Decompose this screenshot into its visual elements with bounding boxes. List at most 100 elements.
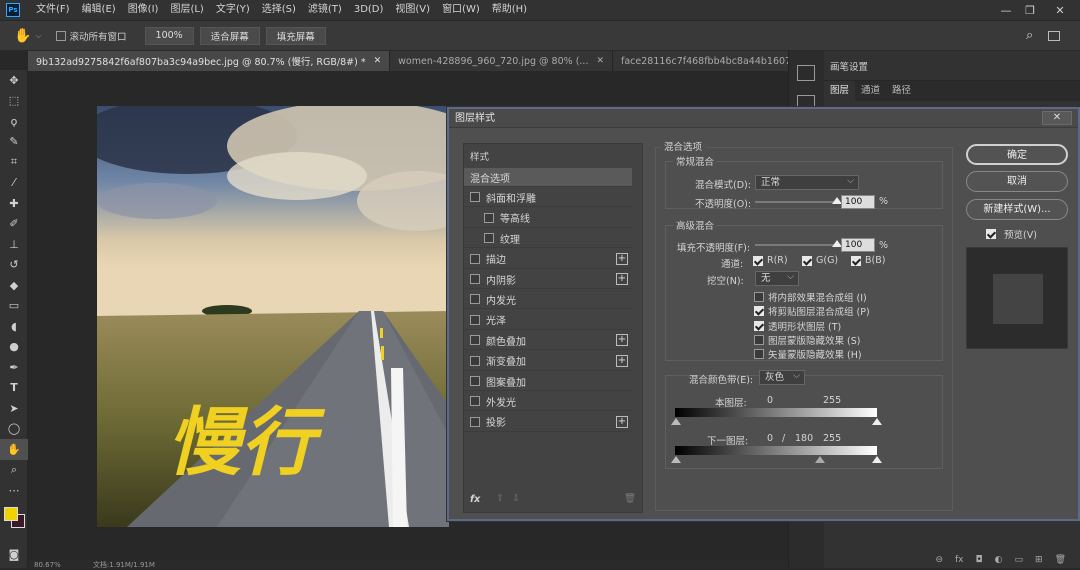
style-checkbox[interactable]	[470, 335, 480, 346]
checkbox[interactable]	[754, 320, 764, 331]
document-tab[interactable]: women-428896_960_720.jpg @ 80% (... ✕	[390, 51, 614, 71]
blend-if-select[interactable]: 灰色	[759, 370, 805, 385]
eyedropper-tool-icon[interactable]: ⁄	[0, 173, 28, 194]
menu-item[interactable]: 图层(L)	[164, 0, 209, 20]
underlying-white-thumb[interactable]	[872, 456, 882, 463]
add-style-icon[interactable]: +	[616, 252, 628, 265]
search-icon[interactable]: ⌕	[1026, 28, 1033, 43]
blur-tool-icon[interactable]: ◖	[0, 316, 28, 337]
advanced-option-checkbox[interactable]: 矢量蒙版隐藏效果 (H)	[754, 347, 862, 361]
style-checkbox[interactable]	[470, 192, 480, 203]
knockout-select[interactable]: 无	[755, 271, 799, 286]
pen-tool-icon[interactable]: ✒	[0, 357, 28, 378]
advanced-option-checkbox[interactable]: 图层蒙版隐藏效果 (S)	[754, 333, 860, 347]
stamp-tool-icon[interactable]: ⊥	[0, 234, 28, 255]
fit-screen-button[interactable]: 适合屏幕	[199, 26, 260, 45]
style-item[interactable]: 颜色叠加 +	[464, 331, 632, 351]
more-tools-icon[interactable]: ⋯	[0, 480, 28, 501]
panel-tab[interactable]: 通道	[855, 81, 886, 101]
move-up-icon[interactable]: ⇧	[496, 493, 504, 504]
checkbox[interactable]	[754, 292, 764, 302]
fx-icon[interactable]: fx	[955, 555, 964, 568]
delete-style-icon[interactable]: 🗑	[624, 493, 636, 504]
lasso-tool-icon[interactable]: ϙ	[0, 111, 28, 132]
style-checkbox[interactable]	[470, 376, 480, 386]
style-item[interactable]: 斜面和浮雕	[464, 188, 632, 208]
underlying-split-thumb[interactable]	[815, 456, 825, 463]
menu-item[interactable]: 图像(I)	[122, 0, 165, 20]
type-tool-icon[interactable]: T	[0, 378, 28, 399]
workspace-icon[interactable]	[1048, 30, 1060, 41]
add-style-icon[interactable]: +	[616, 273, 628, 285]
mask-icon[interactable]: ◘	[976, 555, 983, 568]
hand-tool-icon[interactable]: ✋	[0, 439, 28, 460]
channel-b-checkbox[interactable]: B(B)	[851, 255, 885, 266]
checkbox[interactable]	[55, 30, 66, 41]
adjustment-icon[interactable]: ◐	[995, 555, 1003, 568]
advanced-option-checkbox[interactable]: 将内部效果混合成组 (I)	[754, 290, 867, 304]
path-select-tool-icon[interactable]: ➤	[0, 398, 28, 419]
dialog-close-button[interactable]: ✕	[1042, 111, 1072, 125]
move-tool-icon[interactable]: ✥	[0, 70, 28, 91]
menu-item[interactable]: 文件(F)	[30, 0, 76, 20]
style-item[interactable]: 图案叠加	[464, 372, 632, 391]
menu-item[interactable]: 选择(S)	[256, 0, 302, 20]
zoom-tool-icon[interactable]: ⌕	[0, 460, 28, 481]
preview-checkbox[interactable]: 预览(V)	[986, 227, 1037, 241]
foreground-color-swatch[interactable]	[4, 506, 18, 521]
style-checkbox[interactable]	[470, 416, 480, 427]
history-brush-tool-icon[interactable]: ↺	[0, 255, 28, 276]
new-style-button[interactable]: 新建样式(W)...	[966, 199, 1068, 220]
blend-mode-select[interactable]: 正常	[755, 175, 859, 190]
trash-icon[interactable]: 🗑	[1055, 555, 1066, 568]
menu-item[interactable]: 编辑(E)	[76, 0, 122, 20]
opacity-input[interactable]: 100	[841, 195, 875, 209]
style-checkbox[interactable]	[470, 396, 480, 407]
close-icon[interactable]: ✕	[1046, 0, 1074, 20]
style-checkbox[interactable]	[470, 253, 480, 264]
style-checkbox[interactable]	[470, 294, 480, 305]
checkbox[interactable]	[754, 306, 764, 317]
style-item[interactable]: 混合选项	[464, 168, 632, 187]
style-checkbox[interactable]	[470, 274, 480, 284]
add-style-icon[interactable]: +	[616, 354, 628, 367]
opacity-slider-track[interactable]	[755, 201, 837, 203]
style-item[interactable]: 光泽	[464, 311, 632, 330]
fill-screen-button[interactable]: 填充屏幕	[265, 26, 326, 45]
tab-close-icon[interactable]: ✕	[596, 56, 604, 66]
style-item[interactable]: 投影 +	[464, 413, 632, 432]
marquee-tool-icon[interactable]: ⬚	[0, 91, 28, 112]
style-checkbox[interactable]	[470, 355, 480, 366]
style-item[interactable]: 描边 +	[464, 250, 632, 269]
style-checkbox[interactable]	[484, 212, 494, 223]
move-down-icon[interactable]: ⇩	[512, 493, 520, 504]
style-item[interactable]: 纹理	[464, 229, 632, 249]
restore-icon[interactable]: ❐	[1016, 0, 1044, 20]
hand-tool-icon[interactable]: ✋	[14, 28, 31, 44]
quick-select-tool-icon[interactable]: ✎	[0, 132, 28, 153]
fill-opacity-input[interactable]: 100	[841, 238, 875, 252]
this-layer-black-thumb[interactable]	[671, 418, 681, 425]
style-item[interactable]: 等高线	[464, 209, 632, 228]
menu-item[interactable]: 文字(Y)	[210, 0, 256, 20]
scroll-all-windows-checkbox[interactable]: 滚动所有窗口	[55, 29, 127, 43]
brush-settings-tab[interactable]: 画笔设置	[824, 51, 1080, 81]
advanced-option-checkbox[interactable]: 将剪贴图层混合成组 (P)	[754, 304, 870, 318]
healing-tool-icon[interactable]: ✚	[0, 193, 28, 214]
chevron-down-icon[interactable]: ⌵	[35, 31, 41, 41]
document-tab[interactable]: 9b132ad9275842f6af807ba3c94a9bec.jpg @ 8…	[28, 51, 391, 71]
style-item[interactable]: 外发光	[464, 392, 632, 412]
brush-tool-icon[interactable]: ✐	[0, 214, 28, 235]
menu-item[interactable]: 帮助(H)	[486, 0, 533, 20]
eraser-tool-icon[interactable]: ◆	[0, 275, 28, 296]
fill-opacity-slider-track[interactable]	[755, 244, 837, 246]
zoom-100-button[interactable]: 100%	[144, 26, 194, 45]
new-layer-icon[interactable]: ⊞	[1035, 555, 1043, 568]
underlying-black-thumb[interactable]	[671, 456, 681, 463]
checkbox[interactable]	[754, 349, 764, 360]
fx-menu-icon[interactable]: fx	[470, 494, 480, 505]
style-checkbox[interactable]	[484, 233, 494, 244]
style-item[interactable]: 内阴影 +	[464, 270, 632, 289]
style-item[interactable]: 内发光	[464, 290, 632, 310]
style-item[interactable]: 渐变叠加 +	[464, 352, 632, 371]
